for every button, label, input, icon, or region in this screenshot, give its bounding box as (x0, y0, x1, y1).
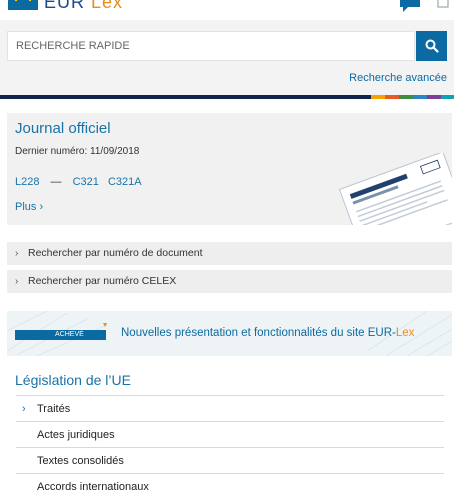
banner-message: Nouvelles présentation et fonctionnalité… (121, 327, 368, 339)
accordion-label: Rechercher par numéro de document (28, 247, 203, 259)
logo-lex: Lex (91, 0, 124, 12)
user-icon[interactable] (437, 0, 449, 8)
issue-link-c321a[interactable]: C321A (108, 176, 142, 188)
stripe-accent (427, 95, 441, 99)
quick-search-input[interactable] (7, 31, 415, 61)
journal-latest-issue: Dernier numéro: 11/09/2018 (15, 146, 140, 157)
logo-eur: EUR (44, 0, 86, 12)
stripe-accent (385, 95, 399, 99)
search-by-document-number[interactable]: › Rechercher par numéro de document (7, 242, 452, 265)
site-logo-text[interactable]: EUR Lex (44, 0, 123, 13)
nav-item-label: Accords internationaux (37, 481, 149, 491)
chevron-right-icon: › (15, 248, 19, 259)
journal-more-link[interactable]: Plus › (15, 201, 43, 213)
chevron-right-icon: › (15, 276, 19, 287)
new-site-banner[interactable]: ACHEVÉ Nouvelles présentation et fonctio… (7, 311, 452, 356)
eu-flag-icon[interactable] (8, 0, 38, 10)
top-header: EUR Lex (0, 0, 454, 20)
stripe-accent (371, 95, 385, 99)
journal-title[interactable]: Journal officiel (15, 120, 111, 137)
nav-item-consolidated-texts[interactable]: Textes consolidés (16, 447, 444, 474)
nav-item-label: Traités (37, 403, 71, 415)
search-icon (425, 39, 439, 53)
chevron-right-icon: › (22, 403, 26, 415)
journal-issue-links: L228 — C321 C321A (15, 176, 142, 188)
chat-icon[interactable] (399, 0, 421, 12)
search-button[interactable] (416, 31, 447, 61)
search-by-celex-number[interactable]: › Rechercher par numéro CELEX (7, 270, 452, 293)
nav-item-label: Textes consolidés (37, 455, 124, 467)
banner-status-tag: ACHEVÉ (15, 330, 106, 340)
chevron-right-icon: › (39, 201, 44, 213)
banner-text: Nouvelles présentation et fonctionnalité… (121, 327, 414, 339)
stripe-accent (441, 95, 454, 99)
accordion-label: Rechercher par numéro CELEX (28, 275, 177, 287)
advanced-search-link[interactable]: Recherche avancée (349, 72, 447, 84)
banner-brand-eur: EUR- (367, 327, 396, 339)
banner-brand-lex: Lex (395, 327, 415, 339)
legislation-section-title: Législation de l’UE (15, 372, 131, 388)
nav-item-legal-acts[interactable]: Actes juridiques (16, 421, 444, 448)
official-journal-cover-image (338, 153, 452, 225)
journal-more-label: Plus (15, 201, 37, 213)
issue-link-c321[interactable]: C321 (73, 176, 99, 188)
nav-item-international-agreements[interactable]: Accords internationaux (16, 473, 444, 491)
official-journal-card: Journal officiel Dernier numéro: 11/09/2… (7, 113, 452, 225)
issue-link-l228[interactable]: L228 (15, 176, 39, 188)
nav-item-label: Actes juridiques (37, 429, 115, 441)
stripe-accent (413, 95, 427, 99)
issue-separator: — (50, 176, 62, 188)
stripe-accent (399, 95, 413, 99)
nav-item-treaties[interactable]: › Traités (16, 395, 444, 422)
